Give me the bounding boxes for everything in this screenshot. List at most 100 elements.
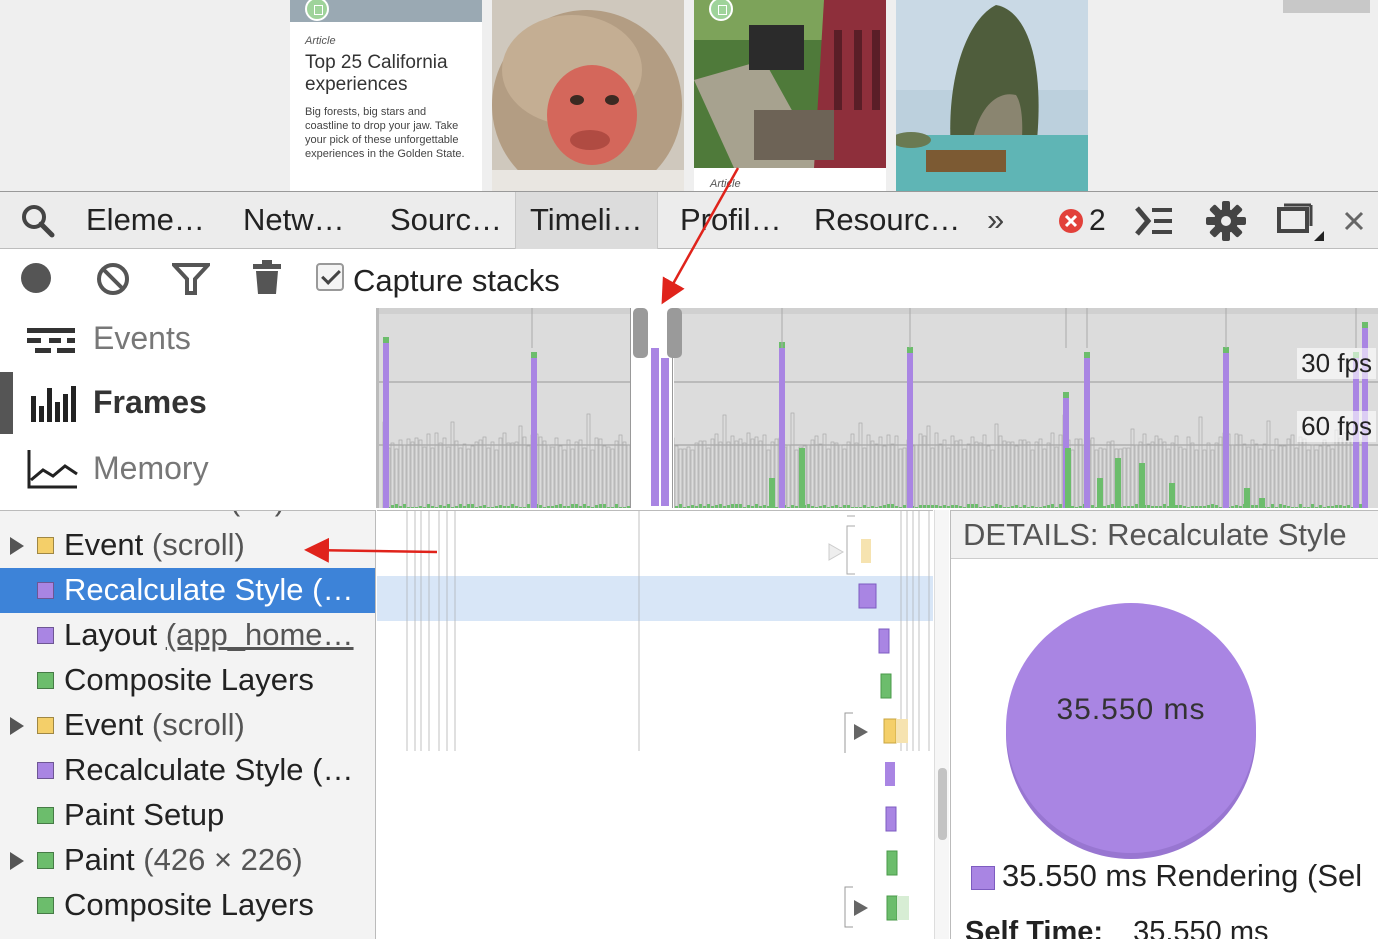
frame-bar — [922, 435, 927, 508]
records-scrollbar[interactable] — [934, 510, 949, 939]
capture-stacks-checkbox[interactable] — [316, 263, 344, 291]
close-icon[interactable] — [1340, 192, 1368, 249]
frame-bar — [390, 442, 395, 508]
frame-bar — [454, 440, 459, 508]
error-counter[interactable]: 2 — [1058, 192, 1118, 249]
record-row-recalculate-style[interactable]: Recalculate Style (… — [0, 748, 375, 793]
tab-timeline[interactable]: Timeli… — [515, 192, 658, 249]
record-row-timer-fired[interactable]: Timer Fired (14) — [0, 511, 375, 523]
frame-bar-painting — [479, 506, 482, 508]
timeline-records-list: Timer Fired (14) Event (scroll) Recalculat… — [0, 510, 376, 939]
more-tabs-button[interactable]: » — [987, 192, 1004, 249]
legend-rendering-swatch — [971, 866, 995, 890]
record-category-swatch — [37, 627, 54, 644]
capture-stacks-label[interactable]: Capture stacks — [353, 263, 560, 299]
tab-resources[interactable]: Resourc… — [814, 192, 960, 249]
frame-bar-painting — [451, 507, 454, 508]
frames-overview[interactable]: 30 fps 60 fps — [376, 308, 1378, 508]
frame-bar — [618, 434, 623, 508]
frame-bar-painting — [1339, 505, 1342, 508]
frame-bar-painting — [579, 506, 582, 508]
view-frames[interactable]: Frames — [0, 372, 374, 438]
frame-bar — [1186, 436, 1191, 508]
record-row-paint[interactable]: Paint (426 × 226) — [0, 838, 375, 883]
expand-triangle-icon[interactable] — [10, 852, 24, 870]
frame-bar-painting — [963, 507, 966, 508]
console-drawer-icon[interactable] — [1133, 192, 1175, 249]
fps-30-label: 30 fps — [1297, 348, 1376, 379]
frame-bar — [606, 446, 611, 508]
devtools-panel: Eleme… Netw… Sourc… Timeli… Profil… Reso… — [0, 191, 1378, 939]
frame-bar-painting — [1311, 504, 1314, 508]
self-time-row: Self Time: 35.550 ms — [965, 916, 1268, 939]
frame-bar — [526, 445, 531, 508]
trash-icon[interactable] — [253, 259, 281, 300]
record-row-layout[interactable]: Layout (app_home… — [0, 613, 375, 658]
view-events[interactable]: Events — [0, 308, 374, 374]
pie-value-label: 35.550 ms — [1056, 693, 1206, 726]
frame-bar — [598, 438, 603, 508]
frame-bar-painting — [1127, 506, 1130, 508]
tab-elements[interactable]: Eleme… — [86, 192, 205, 249]
gear-icon[interactable] — [1204, 192, 1248, 249]
record-row-recalculate-style[interactable]: Recalculate Style (… — [0, 568, 375, 613]
view-memory-label: Memory — [93, 450, 209, 486]
frame-bar — [846, 441, 851, 508]
article-card[interactable]: Article Top 25 California experiences Bi… — [290, 0, 482, 191]
frame-bar-painting — [699, 504, 702, 508]
expand-triangle-icon[interactable] — [10, 537, 24, 555]
dock-side-icon[interactable] — [1275, 192, 1327, 249]
devtools-tabbar: Eleme… Netw… Sourc… Timeli… Profil… Reso… — [0, 192, 1378, 249]
selection-left-handle[interactable] — [633, 308, 648, 358]
record-row-event[interactable]: Event (scroll) — [0, 523, 375, 568]
frame-bar-painting — [727, 505, 730, 508]
tab-profiles[interactable]: Profil… — [680, 192, 782, 249]
record-row-composite-layers[interactable]: Composite Layers — [0, 658, 375, 703]
frame-bar-painting — [431, 506, 434, 508]
record-category-swatch — [37, 852, 54, 869]
frame-bar-painting — [1039, 507, 1042, 508]
frame-bar-painting — [435, 507, 438, 508]
frame-bar — [478, 439, 483, 508]
page-scrollbar-thumb[interactable] — [1283, 0, 1370, 13]
memory-icon — [27, 450, 78, 489]
frame-bar-painting — [1111, 504, 1114, 508]
view-memory[interactable]: Memory — [0, 438, 374, 504]
frame-bar — [1078, 438, 1083, 508]
clear-icon[interactable] — [96, 262, 130, 301]
frame-bar — [586, 413, 591, 508]
island-image[interactable] — [896, 0, 1088, 191]
record-detail: (scroll) — [151, 527, 245, 562]
selected-row-tint — [377, 576, 933, 621]
record-row-paint-setup[interactable]: Paint Setup — [0, 793, 375, 838]
expand-triangle-icon[interactable] — [10, 717, 24, 735]
search-icon[interactable] — [18, 192, 58, 249]
record-row-event[interactable]: Event (scroll) — [0, 703, 375, 748]
frame-bar — [578, 439, 583, 508]
steam-train-image[interactable]: Article — [694, 0, 886, 191]
frame-bar-painting — [887, 504, 890, 508]
frame-bar — [730, 435, 735, 508]
frame-bar-painting — [1103, 506, 1106, 508]
records-scrollbar-thumb[interactable] — [938, 768, 947, 840]
error-count: 2 — [1089, 203, 1106, 237]
filter-icon[interactable] — [169, 263, 213, 300]
frame-bar — [406, 438, 411, 508]
article-title[interactable]: Top 25 California experiences — [305, 52, 475, 96]
frame-bar — [410, 441, 415, 508]
tab-network[interactable]: Netw… — [243, 192, 345, 249]
record-button[interactable] — [21, 263, 51, 293]
frame-bar — [1058, 434, 1063, 508]
record-label: Recalculate Style (… — [64, 752, 353, 788]
tab-sources[interactable]: Sourc… — [390, 192, 502, 249]
frame-bar — [810, 439, 815, 508]
record-title: Paint Setup — [64, 797, 225, 832]
frame-bar — [974, 441, 979, 508]
frame-bar-painting — [1031, 506, 1034, 508]
snow-monkey-image[interactable] — [492, 0, 684, 191]
frame-bar — [734, 440, 739, 508]
record-row-composite-layers[interactable]: Composite Layers — [0, 883, 375, 928]
frame-bar-painting — [1055, 507, 1058, 508]
frame-bar-painting — [1097, 478, 1103, 508]
selection-right-handle[interactable] — [667, 308, 682, 358]
